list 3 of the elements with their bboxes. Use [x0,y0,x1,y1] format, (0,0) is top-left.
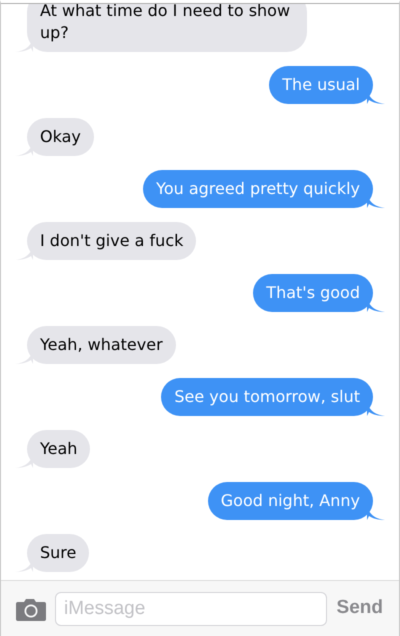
send-button[interactable]: Send [334,594,385,623]
camera-icon[interactable] [15,596,47,620]
message-input-field[interactable]: iMessage [55,592,327,626]
